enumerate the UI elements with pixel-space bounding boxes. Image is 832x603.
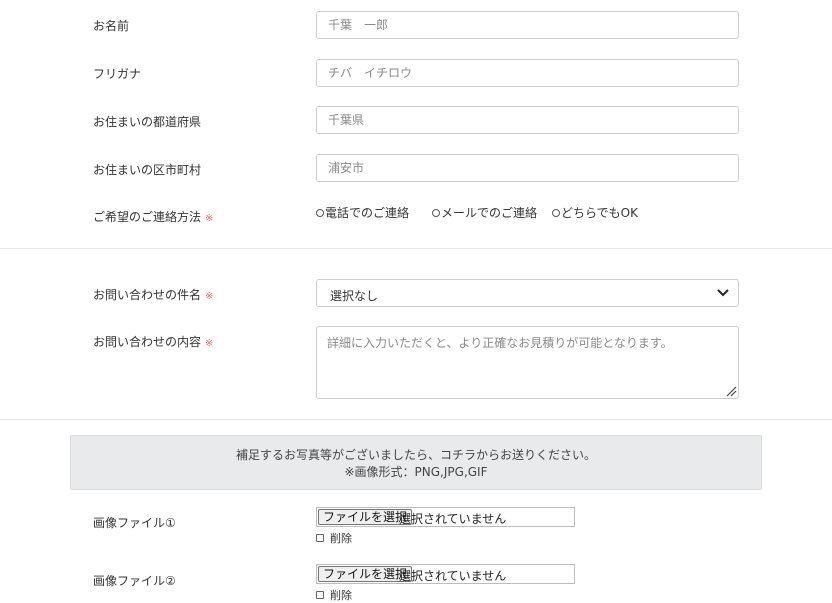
choose-file-button[interactable]: ファイルを選択 xyxy=(318,566,413,582)
file-status: 選択されていません xyxy=(399,569,507,583)
contact-method-label: ご希望のご連絡方法 ※ xyxy=(93,208,213,225)
image-file-2-label: 画像ファイル② xyxy=(93,574,176,588)
photo-notice-box: 補足するお写真等がございましたら、コチラからお送りください。 ※画像形式：PNG… xyxy=(70,435,762,490)
city-input[interactable] xyxy=(316,154,739,182)
checkbox-icon xyxy=(316,534,324,542)
required-mark: ※ xyxy=(205,291,214,302)
delete-label: 削除 xyxy=(330,532,352,545)
required-mark: ※ xyxy=(205,213,214,224)
radio-email[interactable]: メールでのご連絡 xyxy=(432,204,537,221)
subject-label-text: お問い合わせの件名 xyxy=(93,288,202,302)
name-input[interactable] xyxy=(316,11,739,39)
chevron-down-icon xyxy=(717,289,729,297)
notice-line-1: 補足するお写真等がございましたら、コチラからお送りください。 xyxy=(235,448,596,462)
radio-either[interactable]: どちらでもOK xyxy=(552,204,638,221)
radio-email-label: メールでのご連絡 xyxy=(441,206,538,220)
content-label: お問い合わせの内容 ※ xyxy=(93,333,213,350)
radio-circle-icon xyxy=(552,208,560,217)
section-divider xyxy=(0,248,832,249)
subject-select[interactable]: 選択なし xyxy=(316,279,739,307)
furigana-input[interactable] xyxy=(316,59,739,87)
radio-either-label: どちらでもOK xyxy=(561,206,638,220)
prefecture-label: お住まいの都道府県 xyxy=(93,115,202,129)
checkbox-icon xyxy=(316,591,324,599)
resize-handle-icon[interactable] xyxy=(725,385,737,397)
radio-phone-label: 電話でのご連絡 xyxy=(325,206,410,220)
furigana-label: フリガナ xyxy=(93,67,142,81)
delete-file-2-checkbox[interactable]: 削除 xyxy=(316,587,352,603)
radio-circle-icon xyxy=(316,208,324,217)
image-file-1-label: 画像ファイル① xyxy=(93,516,176,530)
contact-method-label-text: ご希望のご連絡方法 xyxy=(93,210,202,224)
content-textarea[interactable] xyxy=(316,326,739,399)
prefecture-input[interactable] xyxy=(316,106,739,134)
name-label: お名前 xyxy=(93,19,130,33)
file-status: 選択されていません xyxy=(399,512,507,526)
subject-select-value: 選択なし xyxy=(330,289,379,303)
section-divider xyxy=(0,419,832,420)
image-file-2-input: ファイルを選択 選択されていません xyxy=(316,564,575,584)
content-label-text: お問い合わせの内容 xyxy=(93,335,202,349)
radio-circle-icon xyxy=(432,208,440,217)
city-label: お住まいの区市町村 xyxy=(93,163,202,177)
notice-line-2: ※画像形式：PNG,JPG,GIF xyxy=(344,465,488,479)
delete-file-1-checkbox[interactable]: 削除 xyxy=(316,530,352,546)
radio-phone[interactable]: 電話でのご連絡 xyxy=(316,204,409,221)
choose-file-button[interactable]: ファイルを選択 xyxy=(318,509,413,525)
delete-label: 削除 xyxy=(330,589,352,602)
subject-label: お問い合わせの件名 ※ xyxy=(93,286,213,303)
required-mark: ※ xyxy=(205,338,214,349)
image-file-1-input: ファイルを選択 選択されていません xyxy=(316,507,575,527)
